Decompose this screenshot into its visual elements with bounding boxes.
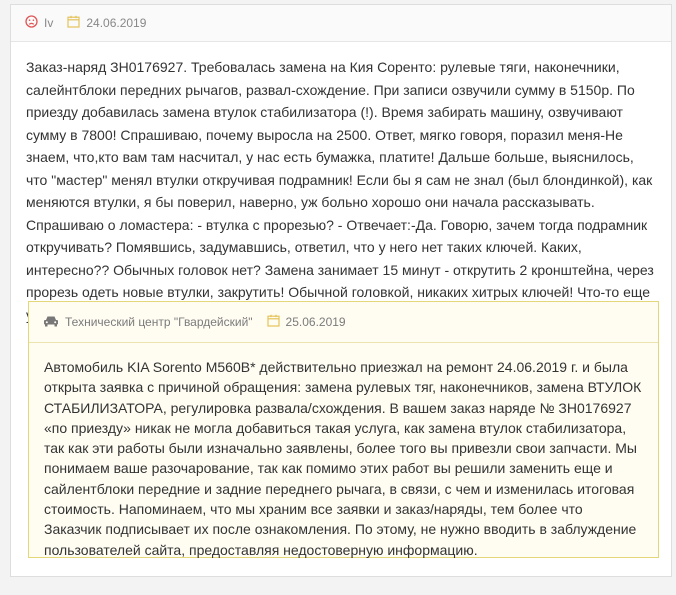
calendar-icon	[266, 314, 280, 330]
reply-date-value: 25.06.2019	[285, 315, 346, 329]
reply-author: Технический центр "Гвардейский"	[43, 315, 253, 330]
sad-face-icon	[25, 15, 38, 31]
review-date: 24.06.2019	[67, 15, 146, 31]
car-icon	[43, 315, 59, 330]
reply-date: 25.06.2019	[266, 314, 346, 330]
calendar-icon	[67, 15, 80, 31]
reply-header: Технический центр "Гвардейский" 25.06.20…	[29, 302, 658, 343]
review-date-value: 24.06.2019	[86, 16, 147, 30]
reply-text: Автомобиль KIA Sorento М560В* действител…	[44, 359, 642, 558]
review-header: Iv 24.06.2019	[11, 5, 671, 42]
company-reply: Технический центр "Гвардейский" 25.06.20…	[28, 301, 659, 558]
review-author: Iv	[25, 15, 53, 31]
review-author-name: Iv	[44, 16, 54, 30]
review-card: Iv 24.06.2019 Заказ-наряд ЗН0176927. Тре…	[10, 4, 672, 577]
review-text: Заказ-наряд ЗН0176927. Требовалась замен…	[26, 59, 654, 323]
reply-author-name: Технический центр "Гвардейский"	[65, 315, 253, 329]
